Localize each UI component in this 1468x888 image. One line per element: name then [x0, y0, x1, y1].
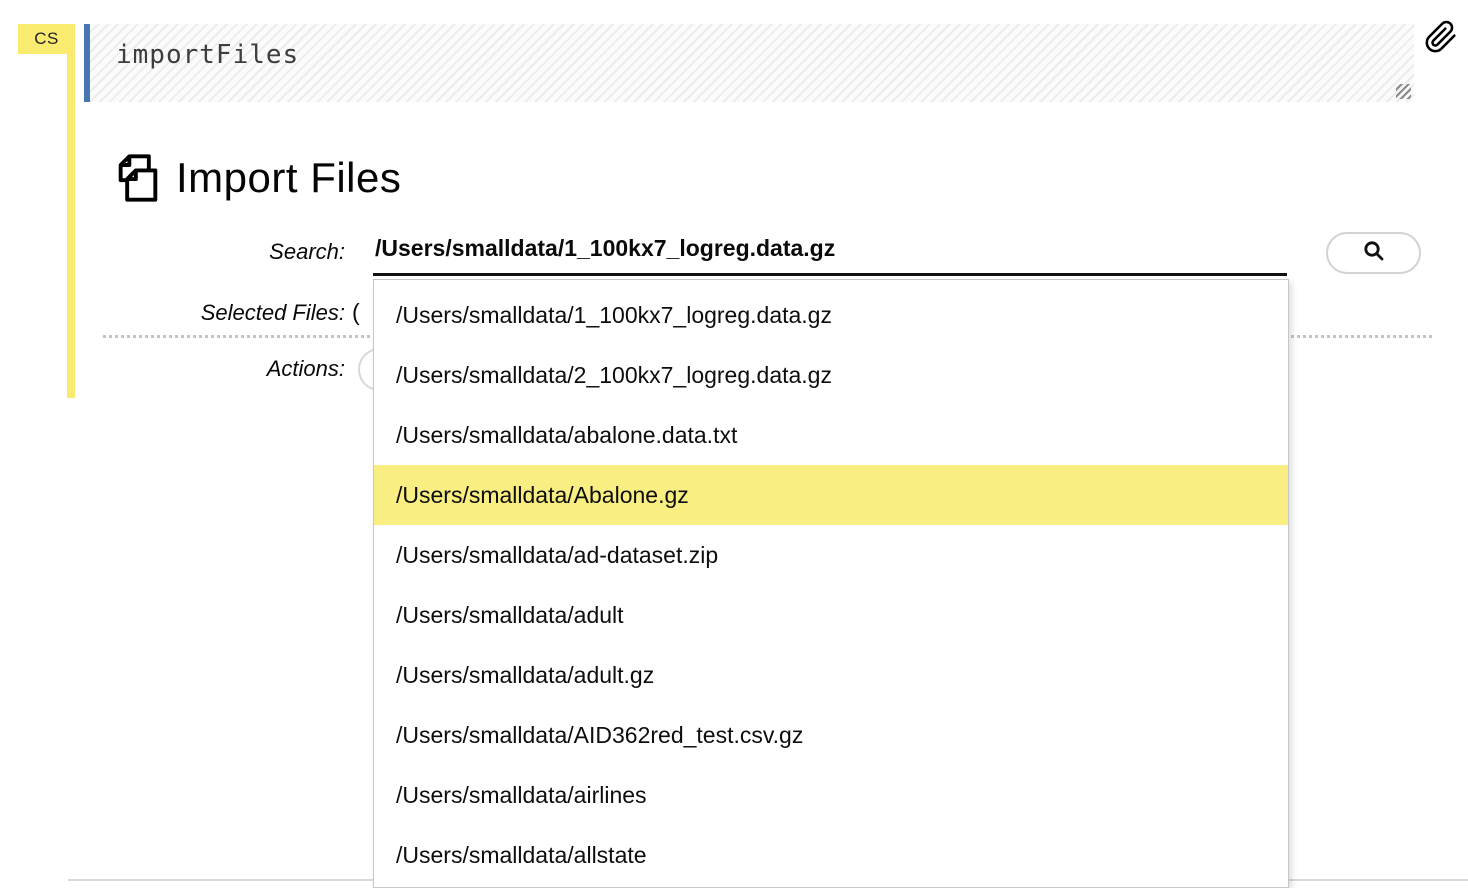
textarea-resize-grip[interactable] — [1396, 84, 1411, 99]
dropdown-item[interactable]: /Users/smalldata/adult.gz — [374, 645, 1288, 705]
selected-files-value: ( — [352, 299, 360, 326]
search-button[interactable] — [1326, 232, 1421, 274]
selected-files-label: Selected Files: — [0, 300, 345, 326]
flow-notebook-page: CS importFiles Import Files Search: — [0, 0, 1468, 888]
dropdown-item[interactable]: /Users/smalldata/2_100kx7_logreg.data.gz — [374, 345, 1288, 405]
search-label: Search: — [0, 239, 345, 265]
dropdown-item[interactable]: /Users/smalldata/airlines — [374, 765, 1288, 825]
page-title: Import Files — [176, 154, 401, 202]
cs-clip-badge-label: CS — [34, 29, 59, 49]
cell-clip-strip — [67, 24, 75, 398]
file-typeahead-dropdown: /Users/smalldata/1_100kx7_logreg.data.gz… — [373, 279, 1289, 888]
actions-label: Actions: — [0, 356, 345, 382]
dropdown-item[interactable]: /Users/smalldata/allstate — [374, 825, 1288, 885]
code-cell-editor[interactable]: importFiles — [84, 24, 1414, 102]
dropdown-item[interactable]: /Users/smalldata/adult — [374, 585, 1288, 645]
dropdown-item[interactable]: /Users/smalldata/ad-dataset.zip — [374, 525, 1288, 585]
files-icon — [112, 152, 164, 204]
cs-clip-badge[interactable]: CS — [18, 24, 75, 54]
paperclip-icon[interactable] — [1424, 20, 1458, 54]
dropdown-item[interactable]: /Users/smalldata/1_100kx7_logreg.data.gz — [374, 285, 1288, 345]
code-cell-text[interactable]: importFiles — [116, 40, 299, 70]
dropdown-item[interactable]: /Users/smalldata/Abalone.gz — [374, 465, 1288, 525]
import-files-heading: Import Files — [112, 152, 401, 204]
search-input[interactable] — [373, 230, 1287, 276]
dropdown-item[interactable]: /Users/smalldata/AID362red_test.csv.gz — [374, 705, 1288, 765]
search-icon — [1362, 239, 1386, 268]
dropdown-item[interactable]: /Users/smalldata/abalone.data.txt — [374, 405, 1288, 465]
